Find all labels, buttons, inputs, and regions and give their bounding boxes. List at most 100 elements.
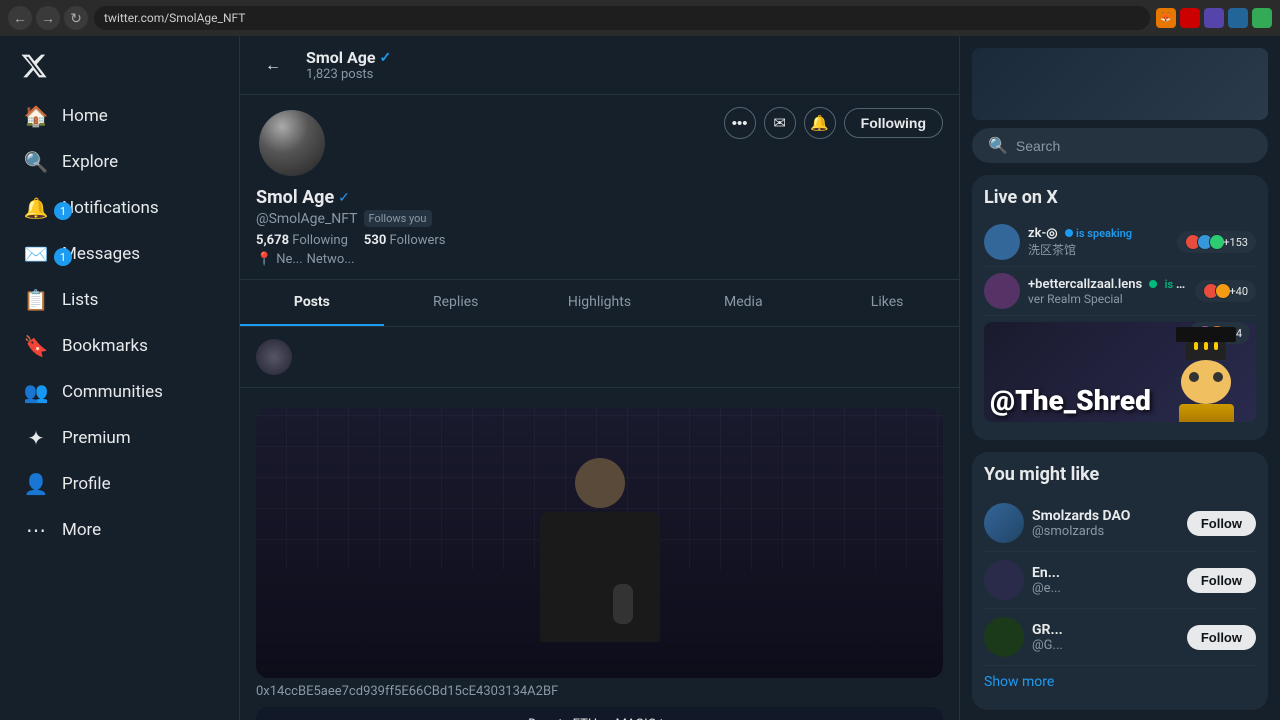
suggestion-name-0: Smolzards DAO	[1032, 508, 1179, 524]
suggestion-info-1: En... @e...	[1032, 565, 1179, 596]
suggestion-item-0[interactable]: Smolzards DAO @smolzards Follow	[984, 495, 1256, 552]
network-text: Netwo...	[307, 252, 355, 267]
sidebar-item-profile[interactable]: 👤 Profile	[12, 462, 227, 506]
tab-replies[interactable]: Replies	[384, 280, 528, 326]
live-info-0: zk-◎ is speaking 洗区茶馆	[1028, 226, 1169, 258]
home-icon: 🏠	[24, 104, 48, 128]
tab-posts[interactable]: Posts	[240, 280, 384, 326]
green-dot-1	[1149, 280, 1157, 288]
speaking-dot-0	[1065, 229, 1073, 237]
firefox-icon: 🦊	[1156, 8, 1176, 28]
stripe-3	[1214, 342, 1218, 350]
suggestion-name-2: GR...	[1032, 622, 1179, 638]
x-logo[interactable]	[12, 44, 56, 88]
follow-button-1[interactable]: Follow	[1187, 568, 1256, 593]
live-listeners-0: +153	[1177, 231, 1256, 253]
sidebar-item-messages[interactable]: ✉️ 1 Messages	[12, 232, 227, 276]
browser-nav-buttons[interactable]: ← → ↻	[8, 6, 88, 30]
profile-location: 📍 Ne... Netwo...	[256, 252, 943, 267]
notifications-icon: 🔔 1	[24, 196, 48, 220]
profile-verified-badge: ✓	[338, 190, 350, 206]
tweet-card: 0x14ccBE5aee7cd939ff5E66CBd15cE4303134A2…	[240, 388, 959, 720]
listeners-avatars-0	[1185, 234, 1221, 250]
sidebar-item-explore[interactable]: 🔍 Explore	[12, 140, 227, 184]
speaking-status-1: is speaking	[1165, 277, 1188, 292]
back-button[interactable]: ←	[256, 48, 290, 82]
you-might-like-section: You might like Smolzards DAO @smolzards …	[972, 452, 1268, 710]
live-item-0[interactable]: zk-◎ is speaking 洗区茶馆 +153	[984, 218, 1256, 267]
sidebar-lists-label: Lists	[62, 290, 98, 310]
lists-icon: 📋	[24, 288, 48, 312]
suggestion-avatar-1	[984, 560, 1024, 600]
compose-avatar	[256, 339, 292, 375]
mail-action-button[interactable]: ✉	[764, 107, 796, 139]
following-button[interactable]: Following	[844, 108, 943, 138]
live-item-1[interactable]: +bettercallzaal.lens is speaking ver Rea…	[984, 267, 1256, 316]
communities-icon: 👥	[24, 380, 48, 404]
sidebar-item-premium[interactable]: ✦ Premium	[12, 416, 227, 460]
profile-header-posts: 1,823 posts	[306, 67, 391, 82]
show-more-link[interactable]: Show more	[984, 666, 1256, 698]
profile-handle: @SmolAge_NFT	[256, 211, 358, 227]
watermark-text: @The_Shred	[984, 384, 1256, 417]
listeners-avatars-1	[1203, 283, 1227, 299]
live-on-x-section: Live on X zk-◎ is speaking 洗区茶馆	[972, 175, 1268, 440]
nft-eye-left	[1189, 372, 1199, 382]
sidebar-item-notifications[interactable]: 🔔 1 Notifications	[12, 186, 227, 230]
sidebar-item-home[interactable]: 🏠 Home	[12, 94, 227, 138]
search-input[interactable]	[1016, 138, 1252, 154]
tab-highlights[interactable]: Highlights	[528, 280, 672, 326]
sidebar-communities-label: Communities	[62, 382, 163, 402]
sidebar-item-more[interactable]: ⋯ More	[12, 508, 227, 552]
follow-button-0[interactable]: Follow	[1187, 511, 1256, 536]
browser-chrome: ← → ↻ twitter.com/SmolAge_NFT 🦊	[0, 0, 1280, 36]
search-bar[interactable]: 🔍	[972, 128, 1268, 163]
forward-button[interactable]: →	[36, 6, 60, 30]
url-text: twitter.com/SmolAge_NFT	[104, 11, 245, 25]
more-icon: ⋯	[24, 518, 48, 542]
profile-header-name: Smol Age ✓	[306, 48, 391, 67]
suggestion-item-1[interactable]: En... @e... Follow	[984, 552, 1256, 609]
live-name-0: zk-◎ is speaking	[1028, 226, 1169, 241]
listener-count-0: +153	[1223, 236, 1248, 249]
live-listeners-1: +40	[1195, 280, 1256, 302]
ext3-icon	[1228, 8, 1248, 28]
stripe-2	[1204, 342, 1208, 350]
ext2-icon	[1204, 8, 1224, 28]
avatar	[259, 110, 325, 176]
address-bar[interactable]: twitter.com/SmolAge_NFT	[94, 6, 1150, 30]
live-name-1: +bettercallzaal.lens is speaking	[1028, 277, 1187, 292]
sidebar-premium-label: Premium	[62, 428, 131, 448]
live-subtitle-0: 洗区茶馆	[1028, 241, 1169, 258]
refresh-button[interactable]: ↻	[64, 6, 88, 30]
tab-media[interactable]: Media	[671, 280, 815, 326]
tab-likes[interactable]: Likes	[815, 280, 959, 326]
profile-stats: 5,678 Following 530 Followers	[256, 233, 943, 248]
back-button[interactable]: ←	[8, 6, 32, 30]
messages-badge: 1	[54, 248, 72, 266]
suggestion-avatar-0	[984, 503, 1024, 543]
speaking-status-0: is speaking	[1076, 227, 1132, 240]
live-item-2[interactable]: @The_Shred +34	[984, 316, 1256, 428]
suggestion-info-0: Smolzards DAO @smolzards	[1032, 508, 1179, 539]
sidebar-messages-label: Messages	[62, 244, 140, 264]
dots-action-button[interactable]: •••	[724, 107, 756, 139]
sidebar-item-communities[interactable]: 👥 Communities	[12, 370, 227, 414]
follow-button-2[interactable]: Follow	[1187, 625, 1256, 650]
hat-stripe	[1191, 342, 1221, 350]
suggestion-item-2[interactable]: GR... @G... Follow	[984, 609, 1256, 666]
live-section-title: Live on X	[984, 187, 1256, 208]
location-icon: 📍	[256, 252, 272, 267]
tweet-video-container[interactable]	[256, 408, 943, 678]
live-avatar-1	[984, 273, 1020, 309]
bell-action-button[interactable]: 🔔	[804, 107, 836, 139]
profile-display-name: Smol Age	[256, 187, 334, 208]
suggestion-avatar-2	[984, 617, 1024, 657]
app-container: 🏠 Home 🔍 Explore 🔔 1 Notifications ✉️ 1 …	[0, 36, 1280, 720]
profile-actions: ••• ✉ 🔔 Following	[724, 107, 943, 139]
sidebar-item-bookmarks[interactable]: 🔖 Bookmarks	[12, 324, 227, 368]
search-icon: 🔍	[988, 136, 1008, 155]
bookmarks-icon: 🔖	[24, 334, 48, 358]
sidebar-item-lists[interactable]: 📋 Lists	[12, 278, 227, 322]
suggestion-handle-0: @smolzards	[1032, 524, 1179, 539]
